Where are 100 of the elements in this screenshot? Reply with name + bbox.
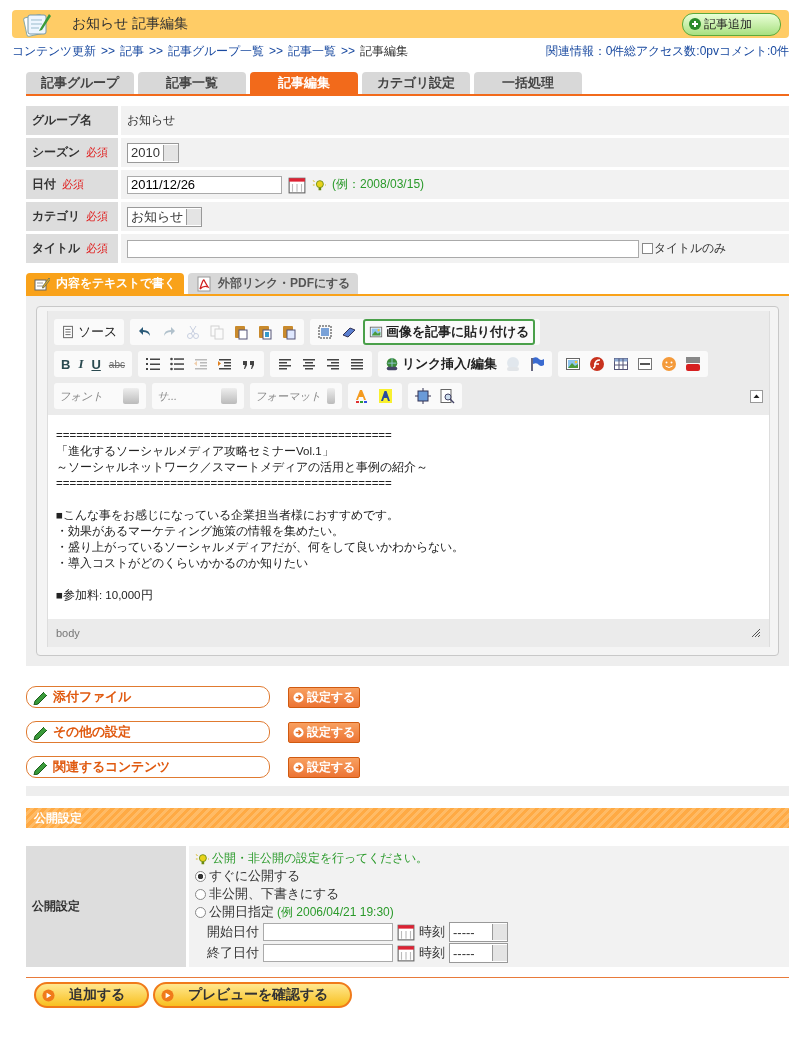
image-icon[interactable]	[564, 356, 581, 372]
video-icon[interactable]	[684, 356, 701, 372]
preview-icon[interactable]	[439, 388, 455, 404]
page-title: お知らせ 記事編集	[72, 15, 189, 33]
radio-button[interactable]	[195, 871, 206, 882]
arrow-icon	[293, 761, 304, 773]
section-label: その他の設定	[26, 721, 270, 743]
arrow-icon	[293, 691, 304, 703]
editor-content[interactable]	[48, 415, 769, 619]
hint-text: 公開・非公開の設定を行ってください。	[212, 850, 428, 867]
dropdown-field[interactable]: フォーマット	[255, 388, 337, 404]
calendar-icon[interactable]	[288, 175, 306, 194]
radio-button[interactable]	[195, 889, 206, 900]
content-line: ・効果があるマーケティング施策の情報を集めたい。	[56, 524, 345, 539]
section-header: 公開設定	[26, 808, 789, 828]
tab[interactable]: 一括処理	[474, 72, 582, 94]
resize-handle-icon[interactable]	[751, 628, 761, 638]
italic-button[interactable]: I	[76, 356, 86, 372]
field-label: グループ名	[32, 112, 92, 129]
content-line: 「進化するソーシャルメディア攻略セミナーVol.1」	[56, 444, 335, 459]
tab[interactable]: カテゴリ設定	[362, 72, 470, 94]
paste-icon[interactable]	[233, 324, 249, 340]
time-select[interactable]: -----	[449, 922, 508, 942]
field-label: 公開設定	[26, 846, 186, 967]
tab[interactable]: 記事一覧	[138, 72, 246, 94]
bullet-list-icon[interactable]	[168, 356, 185, 372]
breadcrumb-link[interactable]: 記事一覧	[288, 44, 337, 58]
date-input[interactable]	[263, 923, 393, 941]
date-input[interactable]: 2011/12/26	[127, 175, 282, 194]
field-label: タイトル	[32, 240, 80, 257]
flash-icon[interactable]	[588, 356, 605, 372]
align-center-icon[interactable]	[300, 356, 317, 372]
calendar-icon[interactable]	[397, 923, 415, 941]
light-bulb-icon	[312, 177, 326, 192]
field-value: お知らせ	[127, 112, 175, 129]
submit-button[interactable]: プレビューを確認する	[153, 982, 352, 1008]
radio-button[interactable]	[195, 907, 206, 918]
time-label: 時刻	[419, 923, 445, 941]
tab[interactable]: 記事グループ	[26, 72, 134, 94]
underline-button[interactable]: U	[89, 356, 103, 372]
paste-image-button[interactable]: 画像を記事に貼り付ける	[363, 319, 535, 345]
globe-icon	[384, 357, 399, 371]
pencil-note-icon	[34, 275, 50, 292]
content-line: ・盛り上がっているソーシャルメディアだが、何をして良いかわからない。	[56, 540, 465, 555]
maximize-icon[interactable]	[415, 388, 431, 404]
select-field[interactable]: 2010	[127, 142, 179, 163]
date-label: 開始日付	[207, 923, 259, 941]
calendar-icon[interactable]	[397, 944, 415, 962]
align-right-icon[interactable]	[324, 356, 341, 372]
collapse-toolbar-icon[interactable]	[750, 389, 763, 403]
arrow-icon	[293, 726, 304, 738]
plus-icon	[689, 18, 701, 30]
content-line: ・導入コストがどのくらいかかるのか知りたい	[56, 556, 309, 571]
indent-icon[interactable]	[216, 356, 233, 372]
flag-icon[interactable]	[528, 356, 545, 372]
section-label: 添付ファイル	[26, 686, 270, 708]
submit-button[interactable]: 追加する	[34, 982, 149, 1008]
bold-button[interactable]: B	[59, 356, 73, 372]
strike-button[interactable]: abc	[106, 358, 127, 370]
breadcrumb-separator: >>	[149, 44, 164, 58]
source-button[interactable]: ソース	[59, 323, 119, 341]
title-input[interactable]	[127, 239, 639, 258]
justify-icon[interactable]	[348, 356, 365, 372]
picture-icon	[369, 325, 383, 339]
related-info: 関連情報：0件総アクセス数:0pvコメント:0件	[545, 43, 789, 60]
radio-label: 非公開、下書きにする	[209, 886, 339, 903]
align-left-icon[interactable]	[276, 356, 293, 372]
light-bulb-icon	[195, 851, 209, 866]
notepad-pencil-icon	[22, 11, 52, 37]
section-label: 関連するコンテンツ	[26, 756, 270, 778]
field-label: カテゴリ	[32, 208, 80, 225]
example-text: (例 2006/04/21 19:30)	[277, 904, 394, 921]
breadcrumb-link[interactable]: 記事	[120, 44, 144, 58]
pencil-icon	[33, 724, 49, 740]
content-tab[interactable]: 外部リンク・PDFにする	[188, 273, 358, 294]
table-icon[interactable]	[612, 356, 629, 372]
time-label: 時刻	[419, 944, 445, 962]
add-article-button[interactable]: 記事追加	[682, 12, 781, 36]
insert-link-button[interactable]: リンク挿入/編集	[382, 355, 499, 373]
radio-label: すぐに公開する	[209, 868, 300, 885]
paste-text-icon[interactable]	[257, 324, 273, 340]
checkbox[interactable]	[642, 243, 653, 254]
dropdown-field[interactable]: サ...	[157, 388, 239, 404]
time-select[interactable]: -----	[449, 943, 508, 963]
breadcrumb-separator: >>	[341, 44, 356, 58]
dropdown-field[interactable]: フォント	[59, 388, 141, 404]
date-label: 終了日付	[207, 944, 259, 962]
breadcrumb-link[interactable]: 記事グループ一覧	[168, 44, 265, 58]
pencil-icon	[33, 689, 49, 705]
paste-word-icon[interactable]	[281, 324, 297, 340]
example-text: (例：2008/03/15)	[332, 176, 425, 193]
checkbox-label: タイトルのみ	[654, 240, 726, 257]
content-line: ■こんな事をお感じになっている企業担当者様におすすめです。	[56, 508, 400, 523]
background-color-icon[interactable]	[379, 388, 395, 404]
numbered-list-icon[interactable]	[144, 356, 161, 372]
breadcrumb-link[interactable]: コンテンツ更新	[12, 44, 96, 58]
document-icon	[61, 325, 75, 339]
date-input[interactable]	[263, 944, 393, 962]
select-field[interactable]: お知らせ	[127, 206, 202, 227]
select-all-icon[interactable]	[317, 324, 333, 340]
